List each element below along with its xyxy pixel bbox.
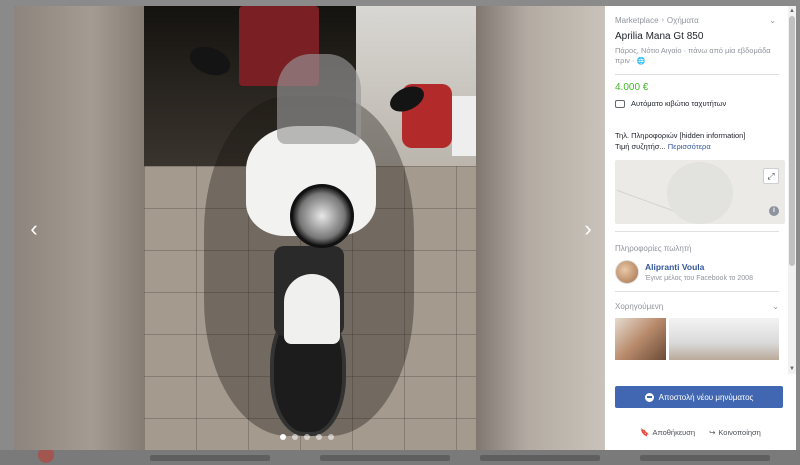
background-text — [150, 455, 270, 461]
breadcrumb: Marketplace › Οχήματα — [615, 15, 779, 25]
photo-bucket — [452, 96, 476, 156]
divider — [615, 231, 779, 232]
listing-location-time: Πάρος, Νότιο Αιγαίο · πάνω από μία εβδομ… — [615, 46, 779, 67]
seller-name[interactable]: Alipranti Voula — [645, 262, 753, 272]
details-scroll-area: Marketplace › Οχήματα ⌄ Aprilia Mana Gt … — [605, 6, 788, 374]
share-button[interactable]: ↪ Κοινοποίηση — [709, 428, 761, 437]
background-text — [480, 455, 600, 461]
expand-map-icon[interactable]: ⤢ — [763, 168, 779, 184]
breadcrumb-vehicles[interactable]: Οχήματα — [667, 16, 699, 25]
photo-dot-2[interactable] — [292, 434, 298, 440]
description-line-1: Τηλ. Πληροφοριών [hidden information] — [615, 131, 746, 140]
save-label: Αποθήκευση — [652, 428, 696, 437]
chevron-down-icon[interactable]: ⌄ — [772, 302, 779, 311]
globe-icon: 🌐 — [636, 58, 646, 65]
seller-info-header: Πληροφορίες πωλητή — [615, 244, 692, 253]
transmission-text: Αυτόματο κιβώτιο ταχυτήτων — [631, 99, 727, 108]
motorcycle-windshield — [277, 54, 361, 144]
sponsored-row: Χορηγούμενη ⌄ — [615, 302, 779, 311]
listing-title: Aprilia Mana Gt 850 — [615, 31, 704, 42]
listing-price: 4.000 € — [615, 82, 649, 93]
seller-member-since: Έγινε μέλος του Facebook το 2008 — [645, 275, 753, 282]
transmission-row: Αυτόματο κιβώτιο ταχυτήτων — [615, 99, 779, 108]
sponsored-image-2[interactable] — [669, 318, 779, 360]
messenger-icon — [644, 392, 654, 402]
listing-details-panel: Marketplace › Οχήματα ⌄ Aprilia Mana Gt … — [605, 6, 796, 450]
description-text: Τιμή συζητήσ... — [615, 142, 666, 151]
sponsored-label: Χορηγούμενη — [615, 302, 664, 311]
photo-dot-5[interactable] — [328, 434, 334, 440]
seller-avatar[interactable] — [615, 260, 639, 284]
send-message-button[interactable]: Αποστολή νέου μηνύματος — [615, 386, 783, 408]
save-button[interactable]: 🔖 Αποθήκευση — [640, 428, 695, 437]
photo-viewer: ‹ › — [14, 6, 605, 450]
background-text — [320, 455, 450, 461]
motorcycle-headlight — [290, 184, 354, 248]
photo-dot-1[interactable] — [280, 434, 286, 440]
map-info-icon[interactable]: i — [769, 206, 779, 216]
sponsored-image-1[interactable] — [615, 318, 667, 360]
send-message-label: Αποστολή νέου μηνύματος — [658, 392, 754, 402]
sponsored-images — [615, 318, 779, 360]
photo-pagination — [280, 434, 334, 440]
listing-actions: 🔖 Αποθήκευση ↪ Κοινοποίηση — [605, 428, 796, 437]
scrollbar-thumb[interactable] — [789, 16, 795, 266]
listing-description: Τηλ. Πληροφοριών [hidden information] Τι… — [615, 130, 779, 152]
seller-row: Alipranti Voula Έγινε μέλος του Facebook… — [615, 260, 779, 284]
breadcrumb-marketplace[interactable]: Marketplace — [615, 16, 659, 25]
divider — [615, 291, 779, 292]
description-line-2: Τιμή συζητήσ... Περισσότερα — [615, 141, 779, 152]
background-text — [640, 455, 770, 461]
motorcycle-fender — [284, 274, 340, 344]
share-icon: ↪ — [709, 428, 716, 437]
transmission-icon — [615, 99, 625, 108]
breadcrumb-separator-icon: › — [661, 16, 664, 24]
scroll-up-icon[interactable]: ▲ — [789, 8, 795, 14]
share-label: Κοινοποίηση — [718, 428, 761, 437]
map-road — [616, 189, 674, 212]
next-photo-button[interactable]: › — [576, 214, 600, 244]
previous-photo-button[interactable]: ‹ — [22, 214, 46, 244]
location-map[interactable]: ⤢ i — [615, 160, 785, 224]
photo-dot-3[interactable] — [304, 434, 310, 440]
scroll-down-icon[interactable]: ▼ — [789, 366, 795, 372]
listing-photo[interactable] — [144, 6, 476, 450]
chevron-down-icon[interactable]: ⌄ — [769, 16, 776, 25]
divider — [615, 74, 779, 75]
map-area — [667, 162, 733, 224]
see-more-link[interactable]: Περισσότερα — [668, 142, 711, 151]
details-scrollbar[interactable]: ▲ ▼ — [788, 6, 796, 374]
photo-dot-4[interactable] — [316, 434, 322, 440]
bookmark-icon: 🔖 — [640, 428, 650, 437]
listing-modal: ‹ › Marketplace › Οχήματα ⌄ Aprilia Mana… — [14, 6, 796, 450]
